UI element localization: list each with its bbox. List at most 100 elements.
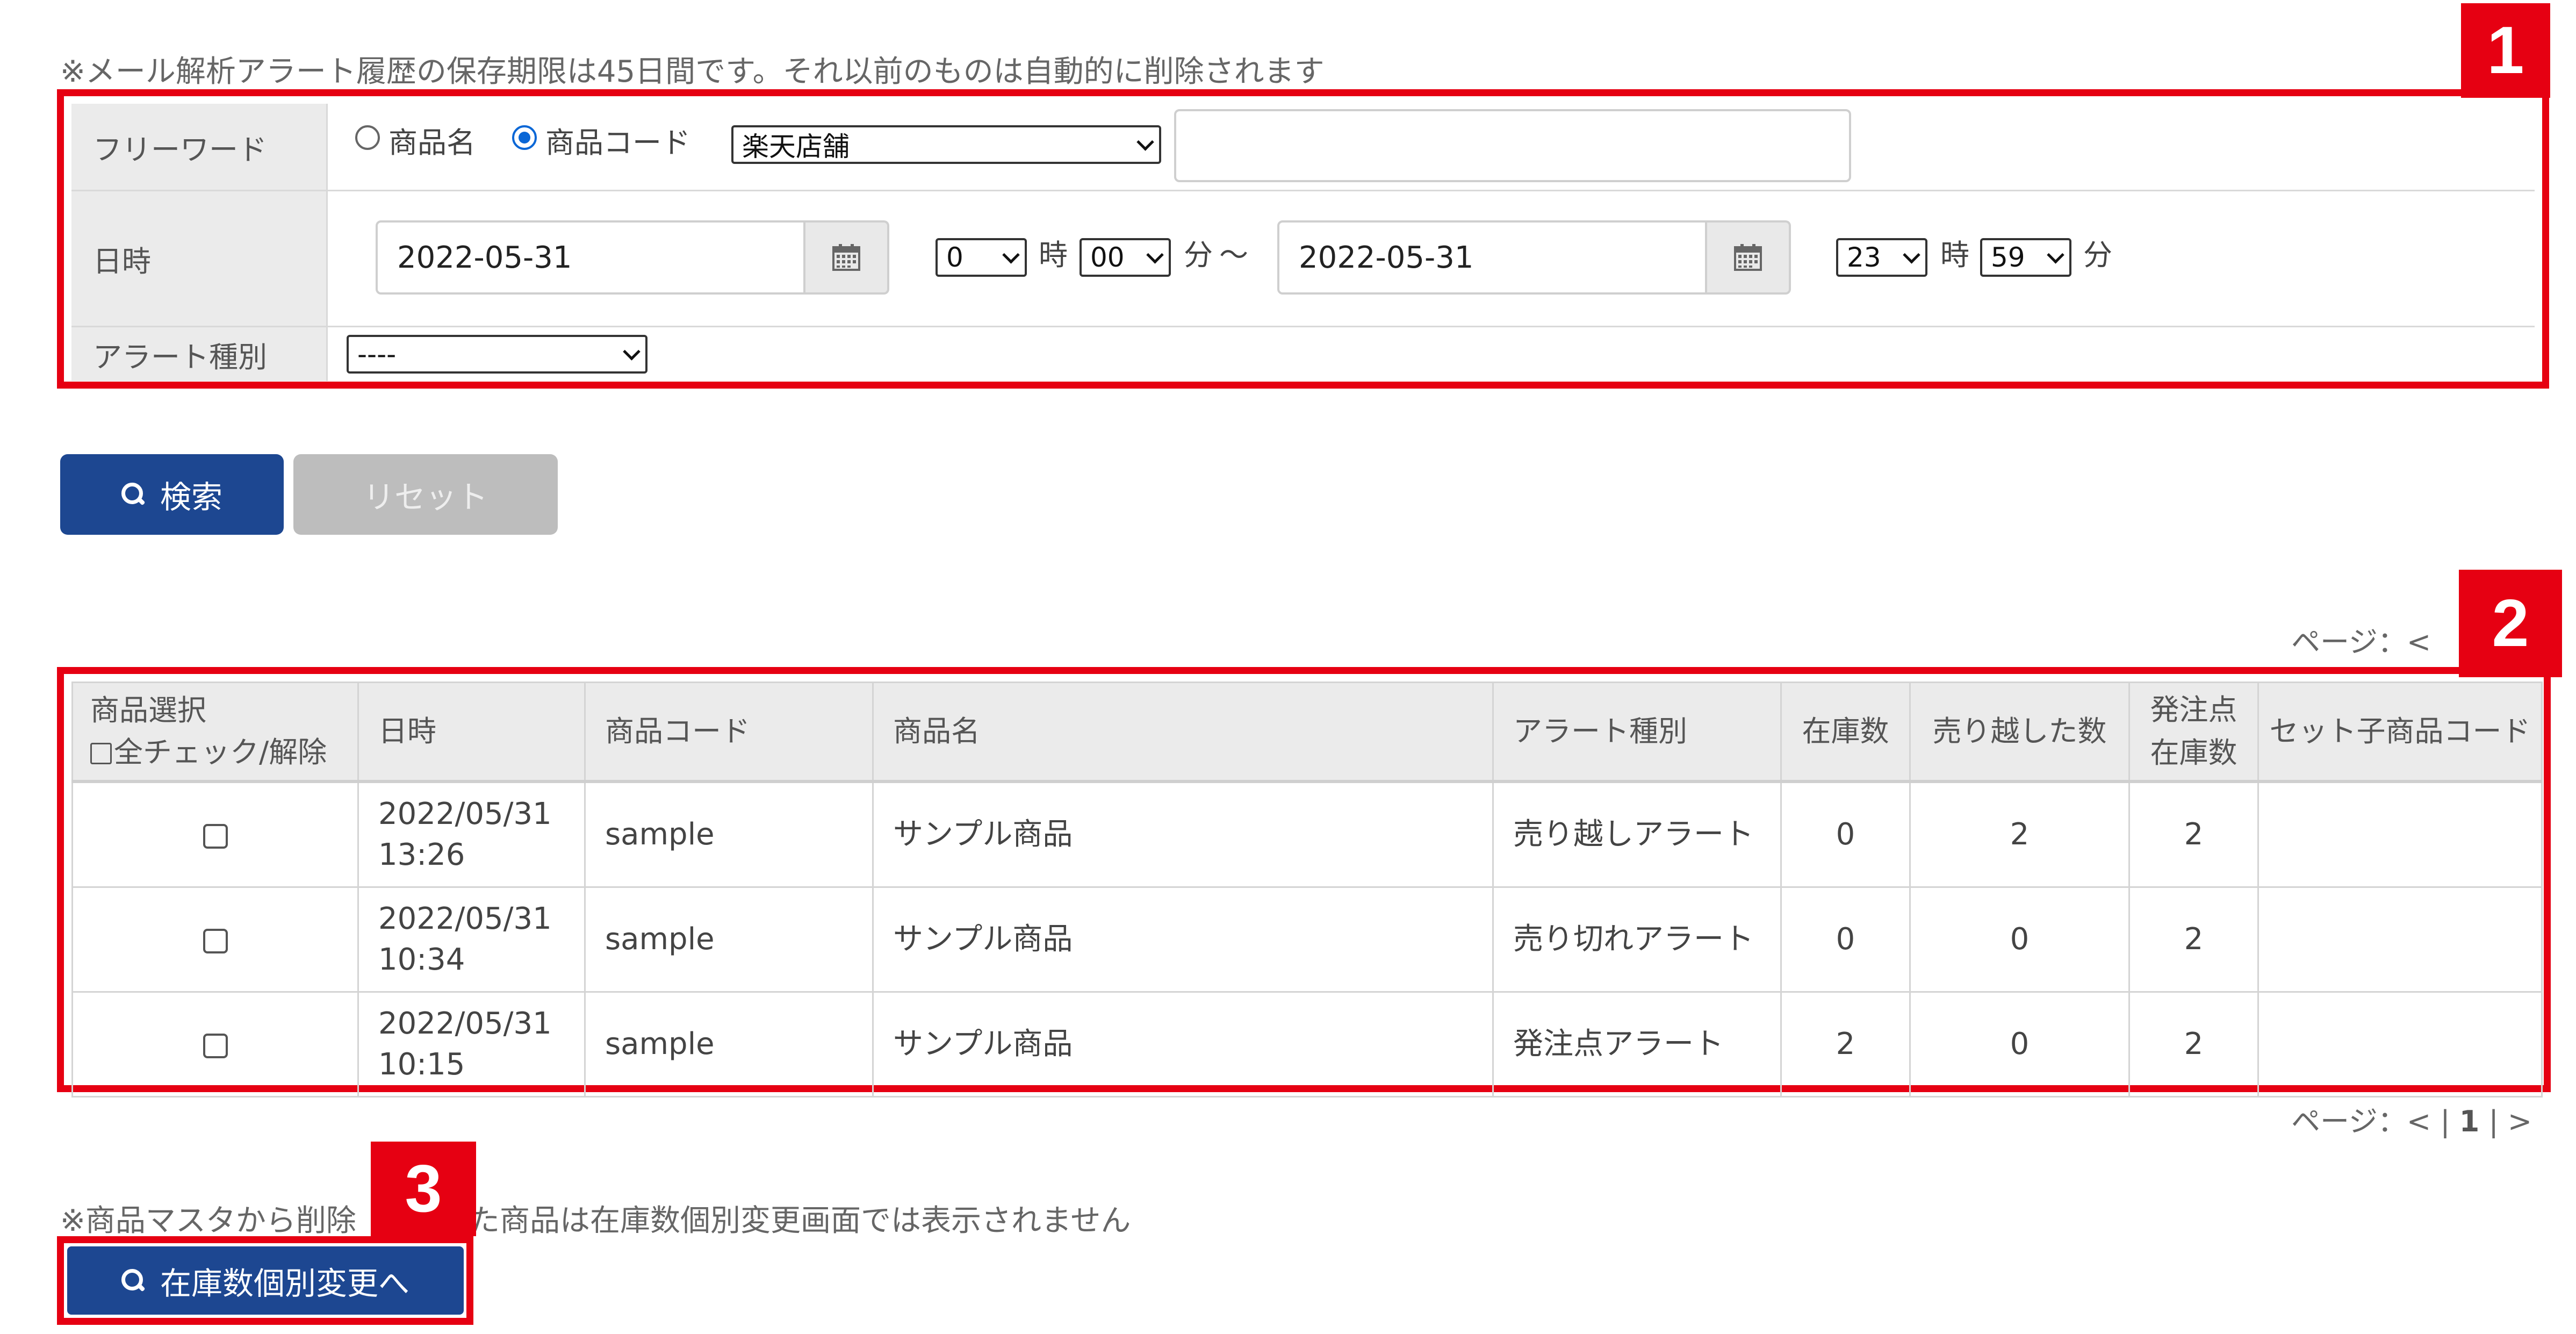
from-hour-select[interactable]: 0 bbox=[936, 238, 1027, 277]
pager-next[interactable]: > bbox=[2508, 1105, 2532, 1138]
calendar-icon bbox=[1734, 244, 1762, 271]
pager-separator: | bbox=[2488, 1105, 2499, 1138]
time-text: 10:15 bbox=[378, 1047, 465, 1082]
product-name-cell: サンプル商品 bbox=[872, 886, 1494, 993]
chevron-down-icon bbox=[1136, 133, 1154, 151]
header-oversold: 売り越した数 bbox=[1909, 682, 2130, 783]
product-code-cell: sample bbox=[584, 991, 874, 1098]
oversold-cell: 2 bbox=[1909, 780, 2130, 888]
pager-current-page[interactable]: 1 bbox=[2459, 1105, 2480, 1138]
stock-change-button[interactable]: 在庫数個別変更へ bbox=[67, 1246, 464, 1315]
reset-button[interactable]: リセット bbox=[293, 454, 558, 535]
reorder-cell: 2 bbox=[2128, 780, 2259, 888]
header-reorder: 発注点 在庫数 bbox=[2128, 682, 2259, 783]
table-header-row: 商品選択 全チェック/解除 日時 商品コード 商品名 アラート種別 在庫数 売り… bbox=[71, 682, 2543, 783]
from-date-value: 2022-05-31 bbox=[397, 240, 572, 275]
from-minute-value: 00 bbox=[1090, 242, 1125, 273]
calendar-icon bbox=[832, 244, 860, 271]
set-child-code-cell bbox=[2257, 886, 2543, 993]
table-row: 2022/05/31 10:34 sample サンプル商品 売り切れアラート 0… bbox=[71, 886, 2543, 993]
time-text: 13:26 bbox=[378, 837, 465, 872]
alert-type-label: アラート種別 bbox=[71, 327, 328, 381]
search-icon bbox=[121, 483, 145, 506]
from-date-calendar-button[interactable] bbox=[805, 220, 889, 295]
to-date-input[interactable]: 2022-05-31 bbox=[1277, 220, 1707, 295]
pager-separator: | bbox=[2440, 1105, 2450, 1138]
date-text: 2022/05/31 bbox=[378, 797, 552, 831]
set-child-code-cell bbox=[2257, 991, 2543, 1098]
hour-unit-label: 時 bbox=[1940, 238, 1969, 272]
minute-unit-label: 分 bbox=[2083, 238, 2112, 272]
to-date-calendar-button[interactable] bbox=[1707, 220, 1791, 295]
datetime-row: 日時 2022-05-31 0 時 00 分 ～ 2022-05-31 23 時… bbox=[71, 191, 2535, 327]
search-form: フリーワード 商品名 商品コード 楽天店舗 日時 2022-05-31 0 時 … bbox=[57, 89, 2549, 389]
search-button-label: 検索 bbox=[160, 479, 222, 515]
row-checkbox[interactable] bbox=[203, 928, 228, 953]
store-select-value: 楽天店舗 bbox=[742, 131, 850, 162]
to-date-value: 2022-05-31 bbox=[1299, 240, 1474, 275]
select-all-toggle[interactable]: 全チェック/解除 bbox=[90, 731, 340, 773]
freeword-row: フリーワード 商品名 商品コード 楽天店舗 bbox=[71, 104, 2535, 191]
header-product-name: 商品名 bbox=[872, 682, 1494, 783]
stock-cell: 0 bbox=[1780, 780, 1911, 888]
minute-unit-label: 分 bbox=[1184, 238, 1213, 272]
to-minute-value: 59 bbox=[1991, 242, 2025, 273]
badge-1: 1 bbox=[2461, 3, 2550, 98]
row-checkbox[interactable] bbox=[203, 1033, 228, 1058]
product-code-radio-label: 商品コード bbox=[545, 126, 690, 160]
product-code-radio[interactable] bbox=[512, 125, 537, 150]
product-code-cell: sample bbox=[584, 886, 874, 993]
alert-type-select-value: ---- bbox=[357, 339, 397, 370]
alert-type-cell: 売り切れアラート bbox=[1492, 886, 1782, 993]
oversold-cell: 0 bbox=[1909, 886, 2130, 993]
reorder-cell: 2 bbox=[2128, 991, 2259, 1098]
product-code-cell: sample bbox=[584, 780, 874, 888]
stock-change-button-label: 在庫数個別変更へ bbox=[160, 1265, 409, 1302]
chevron-down-icon bbox=[1146, 246, 1164, 264]
header-reorder-line1: 発注点 bbox=[2150, 693, 2237, 727]
header-stock: 在庫数 bbox=[1780, 682, 1911, 783]
freeword-label: フリーワード bbox=[71, 104, 328, 190]
to-minute-select[interactable]: 59 bbox=[1980, 238, 2071, 277]
datetime-cell: 2022/05/31 10:15 bbox=[357, 991, 586, 1098]
from-hour-value: 0 bbox=[946, 242, 963, 273]
stock-change-button-frame: 在庫数個別変更へ bbox=[57, 1236, 473, 1325]
product-name-radio-label: 商品名 bbox=[388, 126, 476, 160]
to-hour-select[interactable]: 23 bbox=[1836, 238, 1927, 277]
table-row: 2022/05/31 10:15 sample サンプル商品 発注点アラート 2 … bbox=[71, 991, 2543, 1098]
row-checkbox[interactable] bbox=[203, 823, 228, 849]
search-button[interactable]: 検索 bbox=[60, 454, 284, 535]
select-all-label: 全チェック/解除 bbox=[114, 735, 327, 769]
set-child-code-cell bbox=[2257, 780, 2543, 888]
row-select-cell bbox=[71, 780, 359, 888]
range-tilde: ～ bbox=[1219, 238, 1248, 272]
header-select-title: 商品選択 bbox=[90, 693, 206, 727]
results-table: 商品選択 全チェック/解除 日時 商品コード 商品名 アラート種別 在庫数 売り… bbox=[71, 682, 2543, 1098]
store-select[interactable]: 楽天店舗 bbox=[731, 125, 1161, 164]
search-icon bbox=[121, 1268, 145, 1293]
badge-3: 3 bbox=[371, 1142, 476, 1236]
from-date-input[interactable]: 2022-05-31 bbox=[376, 220, 805, 295]
keyword-input[interactable] bbox=[1174, 109, 1851, 182]
hour-unit-label: 時 bbox=[1039, 238, 1068, 272]
oversold-cell: 0 bbox=[1909, 991, 2130, 1098]
header-datetime: 日時 bbox=[357, 682, 586, 783]
header-product-code: 商品コード bbox=[584, 682, 874, 783]
select-all-checkbox[interactable] bbox=[90, 743, 112, 764]
stock-cell: 0 bbox=[1780, 886, 1911, 993]
alert-type-select[interactable]: ---- bbox=[347, 335, 647, 374]
row-select-cell bbox=[71, 886, 359, 993]
reset-button-label: リセット bbox=[363, 479, 488, 515]
chevron-down-icon bbox=[1002, 246, 1020, 264]
pager-bottom-label: ページ：< bbox=[2291, 1105, 2431, 1138]
badge-2: 2 bbox=[2459, 570, 2562, 677]
pager-top: ページ：< bbox=[2291, 618, 2431, 661]
from-minute-select[interactable]: 00 bbox=[1080, 238, 1171, 277]
product-name-radio[interactable] bbox=[355, 125, 380, 150]
stock-cell: 2 bbox=[1780, 991, 1911, 1098]
deleted-items-note-prefix: ※商品マスタから削除 bbox=[60, 1203, 356, 1238]
date-text: 2022/05/31 bbox=[378, 901, 552, 936]
date-text: 2022/05/31 bbox=[378, 1006, 552, 1041]
header-alert-type: アラート種別 bbox=[1492, 682, 1782, 783]
header-reorder-line2: 在庫数 bbox=[2150, 736, 2237, 770]
